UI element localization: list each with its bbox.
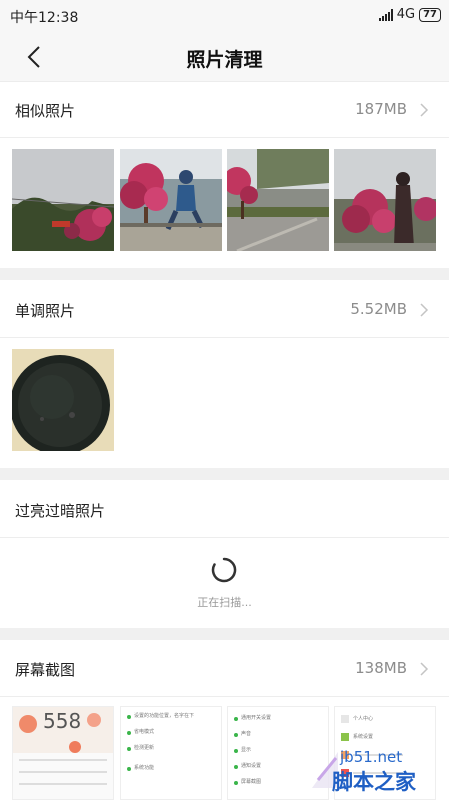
screenshot-text: 省电模式 <box>134 729 155 735</box>
status-time: 中午12:38 <box>10 10 79 26</box>
status-bar: 中午12:38 4G 77 <box>0 0 449 32</box>
section-screenshots-size: 138MB <box>355 659 407 677</box>
screenshot-text: 屏幕截图 <box>241 779 262 785</box>
section-separator <box>0 628 449 640</box>
status-indicators: 4G 77 <box>378 7 441 22</box>
chevron-right-icon <box>420 662 429 676</box>
screenshot-thumbnail[interactable]: 558 <box>12 706 114 800</box>
scanning-status: 正在扫描... <box>197 596 252 609</box>
section-monotone-size: 5.52MB <box>350 300 407 318</box>
screenshot-text: 显示 <box>241 747 252 753</box>
divider <box>0 537 449 538</box>
watermark-url: jb51.net <box>340 748 403 766</box>
chevron-right-icon <box>420 303 429 317</box>
divider <box>0 696 449 697</box>
screenshot-text: 通用开关设置 <box>241 715 272 721</box>
divider <box>0 137 449 138</box>
network-label: 4G <box>396 7 416 22</box>
watermark-name: 脚本之家 <box>332 770 416 794</box>
photo-thumbnail[interactable] <box>227 149 329 251</box>
screenshot-text: 个人中心 <box>353 716 374 722</box>
battery-icon: 77 <box>419 7 441 22</box>
section-similar-header[interactable]: 相似照片 187MB <box>0 83 449 137</box>
section-monotone-header[interactable]: 单调照片 5.52MB <box>0 283 449 337</box>
section-separator <box>0 268 449 280</box>
screenshot-text: 设置的功能位置，名字在下 <box>134 713 195 719</box>
page-title: 照片清理 <box>186 49 263 71</box>
section-exposure-header[interactable]: 过亮过暗照片 <box>0 483 449 537</box>
screenshot-text: 系统功能 <box>134 765 155 771</box>
photo-thumbnail[interactable] <box>12 349 114 451</box>
screenshot-text: 声音 <box>241 731 252 737</box>
photo-thumbnail[interactable] <box>120 149 222 251</box>
nav-bar: 照片清理 <box>0 32 449 82</box>
section-similar-title: 相似照片 <box>15 102 76 120</box>
section-exposure-title: 过亮过暗照片 <box>15 502 106 520</box>
photo-thumbnail[interactable] <box>12 149 114 251</box>
section-screenshots-title: 屏幕截图 <box>15 661 76 679</box>
screenshot-text: 系统设置 <box>353 734 374 740</box>
site-watermark: jb51.net 脚本之家 <box>310 746 445 796</box>
screenshot-text: 通知设置 <box>241 763 262 769</box>
screenshot-thumbnail[interactable]: 设置的功能位置，名字在下 省电模式 检测更新 系统功能 <box>120 706 222 800</box>
divider <box>0 337 449 338</box>
chevron-right-icon <box>420 103 429 117</box>
signal-icon <box>378 8 393 21</box>
screenshot-text: 检测更新 <box>134 745 155 751</box>
screenshot-big-number: 558 <box>43 709 82 733</box>
loading-spinner-icon <box>211 557 237 583</box>
section-separator <box>0 468 449 480</box>
section-similar-size: 187MB <box>355 100 407 118</box>
photo-thumbnail[interactable] <box>334 149 436 251</box>
section-screenshots-header[interactable]: 屏幕截图 138MB <box>0 642 449 696</box>
section-monotone-title: 单调照片 <box>15 302 76 320</box>
